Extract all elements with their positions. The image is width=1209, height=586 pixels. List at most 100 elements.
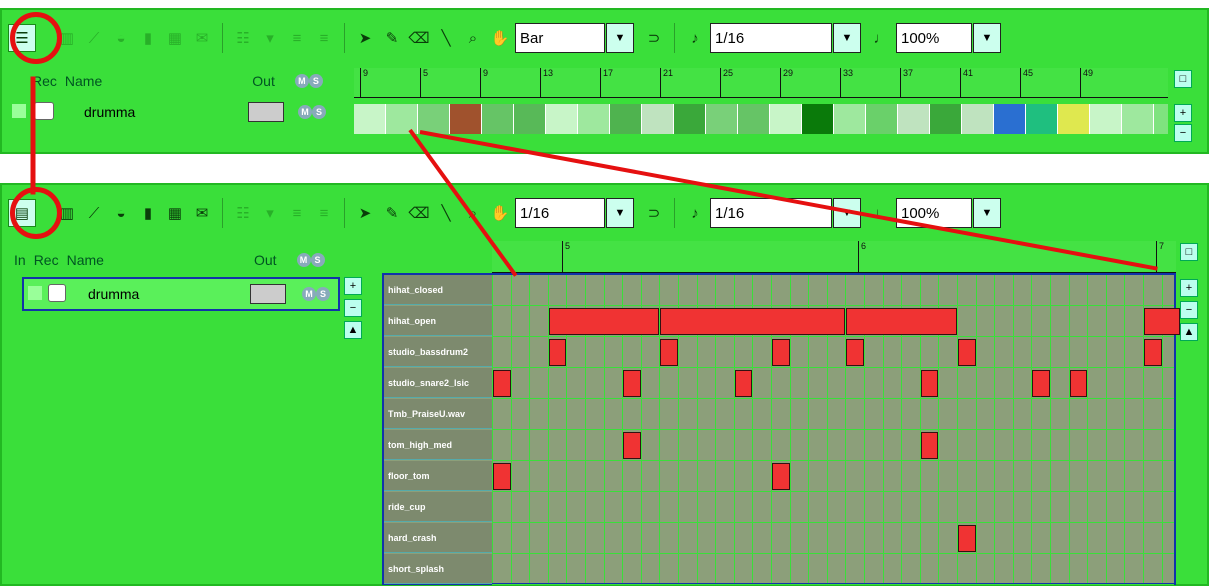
solo-icon[interactable]: S xyxy=(310,253,325,267)
drum-note[interactable] xyxy=(772,339,790,366)
chevron-down-icon[interactable]: ▼ xyxy=(973,198,1001,228)
chevron-down-icon[interactable]: ▼ xyxy=(606,23,634,53)
magnet-icon[interactable]: ⊃ xyxy=(642,26,666,50)
mute-icon[interactable]: M xyxy=(294,74,309,88)
line-tool-icon[interactable]: ╲ xyxy=(434,26,458,50)
zoom-in-icon[interactable]: + xyxy=(1180,279,1198,297)
record-arm-button[interactable] xyxy=(48,284,66,302)
automation-icon[interactable]: ⟋ xyxy=(82,26,106,50)
drum-row-label[interactable]: floor_tom xyxy=(384,461,492,491)
list-icon[interactable]: ☷ xyxy=(231,201,255,225)
snap-select[interactable]: 1/16 ▼ xyxy=(515,198,634,228)
align2-icon[interactable]: ≡ xyxy=(312,26,336,50)
zoom-out-icon[interactable]: − xyxy=(344,299,362,317)
eraser-icon[interactable]: ⌫ xyxy=(407,26,431,50)
clip-block[interactable] xyxy=(578,104,610,134)
clip-block[interactable] xyxy=(706,104,738,134)
bars-icon[interactable]: ▮ xyxy=(136,201,160,225)
mute-icon[interactable]: M xyxy=(298,105,312,119)
drum-row-label[interactable]: hihat_open xyxy=(384,306,492,336)
clip-block[interactable] xyxy=(1090,104,1122,134)
clip-block[interactable] xyxy=(642,104,674,134)
drum-row-label[interactable]: hard_crash xyxy=(384,523,492,553)
note-length-icon[interactable]: ♩ xyxy=(869,26,893,50)
clip-block[interactable] xyxy=(770,104,802,134)
keyboard-output-icon[interactable] xyxy=(248,102,284,122)
quantize-icon[interactable]: ♪ xyxy=(683,26,707,50)
clip-block[interactable] xyxy=(450,104,482,134)
drum-note[interactable] xyxy=(1032,370,1050,397)
mute-icon[interactable]: M xyxy=(302,287,316,301)
track-clip-lane[interactable] xyxy=(354,104,1168,134)
scroll-up-icon[interactable]: ▲ xyxy=(1180,323,1198,341)
hand-icon[interactable]: ✋ xyxy=(488,26,512,50)
solo-icon[interactable]: S xyxy=(316,287,330,301)
solo-icon[interactable]: S xyxy=(308,74,323,88)
rack-icon[interactable]: ▦ xyxy=(163,201,187,225)
drum-note[interactable] xyxy=(493,370,511,397)
drum-note[interactable] xyxy=(958,339,976,366)
align-icon[interactable]: ≡ xyxy=(285,26,309,50)
clip-block[interactable] xyxy=(834,104,866,134)
clip-block[interactable] xyxy=(1026,104,1058,134)
track-name[interactable]: drumma xyxy=(84,104,135,120)
pencil-icon[interactable]: ✎ xyxy=(380,26,404,50)
quantize-icon[interactable]: ♪ xyxy=(683,201,707,225)
zoom-out-icon[interactable]: − xyxy=(1180,301,1198,319)
drum-note[interactable] xyxy=(846,339,864,366)
dropdown-arrow-icon[interactable]: ▾ xyxy=(258,26,282,50)
drum-note[interactable] xyxy=(772,463,790,490)
record-arm-button[interactable] xyxy=(34,102,54,120)
clip-block[interactable] xyxy=(610,104,642,134)
drum-note[interactable] xyxy=(920,432,939,459)
mute-icon[interactable]: M xyxy=(296,253,311,267)
drum-row-label[interactable]: studio_bassdrum2 xyxy=(384,337,492,367)
chevron-down-icon[interactable]: ▼ xyxy=(973,23,1001,53)
zoom-in-icon[interactable]: + xyxy=(344,277,362,295)
clip-block[interactable] xyxy=(674,104,706,134)
zoom-select[interactable]: 100% ▼ xyxy=(896,23,1001,53)
fit-icon[interactable]: □ xyxy=(1180,243,1198,261)
drum-icon[interactable]: ◒ xyxy=(109,201,133,225)
drum-row-label[interactable]: Tmb_PraiseU.wav xyxy=(384,399,492,429)
drum-grid[interactable]: hihat_closed hihat_open studio_bassdrum2 st… xyxy=(382,273,1181,585)
pencil-icon[interactable]: ✎ xyxy=(380,201,404,225)
clip-block[interactable] xyxy=(994,104,1026,134)
align2-icon[interactable]: ≡ xyxy=(312,201,336,225)
dropdown-arrow-icon[interactable]: ▾ xyxy=(258,201,282,225)
drum-note[interactable] xyxy=(1069,370,1088,397)
drum-note[interactable] xyxy=(846,308,957,335)
clip-block[interactable] xyxy=(738,104,770,134)
chevron-down-icon[interactable]: ▼ xyxy=(606,198,634,228)
drum-note[interactable] xyxy=(660,308,846,335)
drum-row-label[interactable]: ride_cup xyxy=(384,492,492,522)
drum-row-label[interactable]: studio_snare2_lsic xyxy=(384,368,492,398)
magnet-icon[interactable]: ⊃ xyxy=(642,201,666,225)
clip-block[interactable] xyxy=(354,104,386,134)
rack-icon[interactable]: ▦ xyxy=(163,26,187,50)
chevron-down-icon[interactable]: ▼ xyxy=(833,23,861,53)
clip-block[interactable] xyxy=(1122,104,1154,134)
solo-icon[interactable]: S xyxy=(312,105,326,119)
zoom-out-icon[interactable]: − xyxy=(1174,124,1192,142)
drum-note[interactable] xyxy=(623,432,641,459)
clip-block[interactable] xyxy=(482,104,514,134)
eraser-icon[interactable]: ⌫ xyxy=(407,201,431,225)
track-name[interactable]: drumma xyxy=(88,286,139,302)
drum-row-label[interactable]: tom_high_med xyxy=(384,430,492,460)
snap-select[interactable]: Bar ▼ xyxy=(515,23,634,53)
mail-icon[interactable]: ✉ xyxy=(190,201,214,225)
drum-row-label[interactable]: hihat_closed xyxy=(384,275,492,305)
quantize-select[interactable]: 1/16 ▼ xyxy=(710,23,861,53)
drum-note[interactable] xyxy=(548,339,567,366)
clip-block[interactable] xyxy=(386,104,418,134)
clip-block[interactable] xyxy=(866,104,898,134)
drum-note[interactable] xyxy=(548,308,660,335)
mail-icon[interactable]: ✉ xyxy=(190,26,214,50)
clip-block[interactable] xyxy=(514,104,546,134)
keyboard-output-icon[interactable] xyxy=(250,284,286,304)
list-icon[interactable]: ☷ xyxy=(231,26,255,50)
bars-icon[interactable]: ▮ xyxy=(136,26,160,50)
clip-block[interactable] xyxy=(898,104,930,134)
drum-note[interactable] xyxy=(958,525,976,552)
